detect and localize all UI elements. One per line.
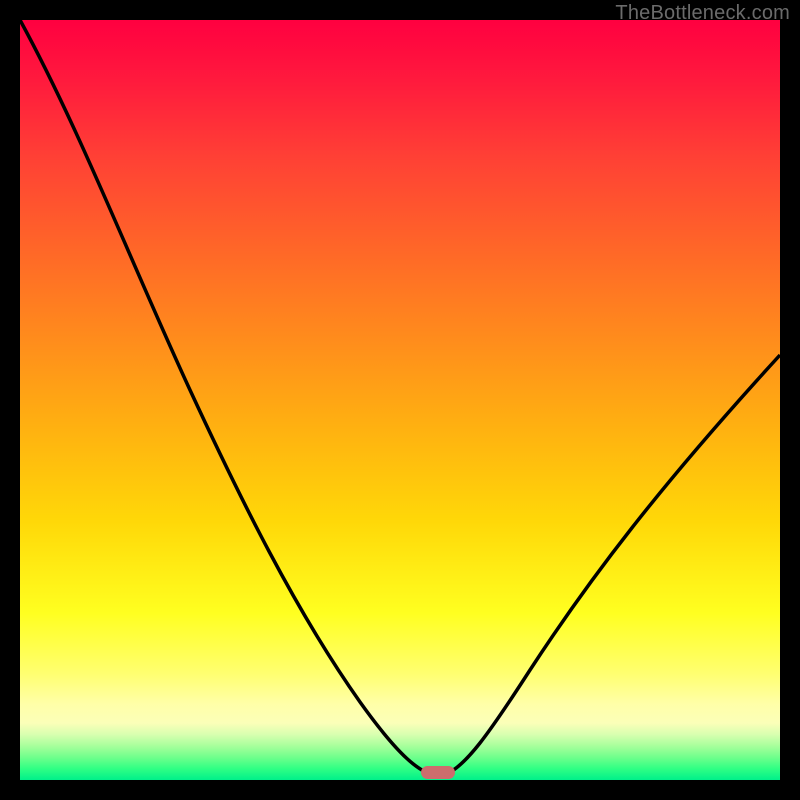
bottleneck-curve [20,20,780,780]
watermark-label: TheBottleneck.com [615,2,790,25]
chart-plot-area [20,20,780,780]
curve-path [20,20,780,775]
optimal-point-marker [421,766,455,779]
chart-container: TheBottleneck.com [0,0,800,800]
